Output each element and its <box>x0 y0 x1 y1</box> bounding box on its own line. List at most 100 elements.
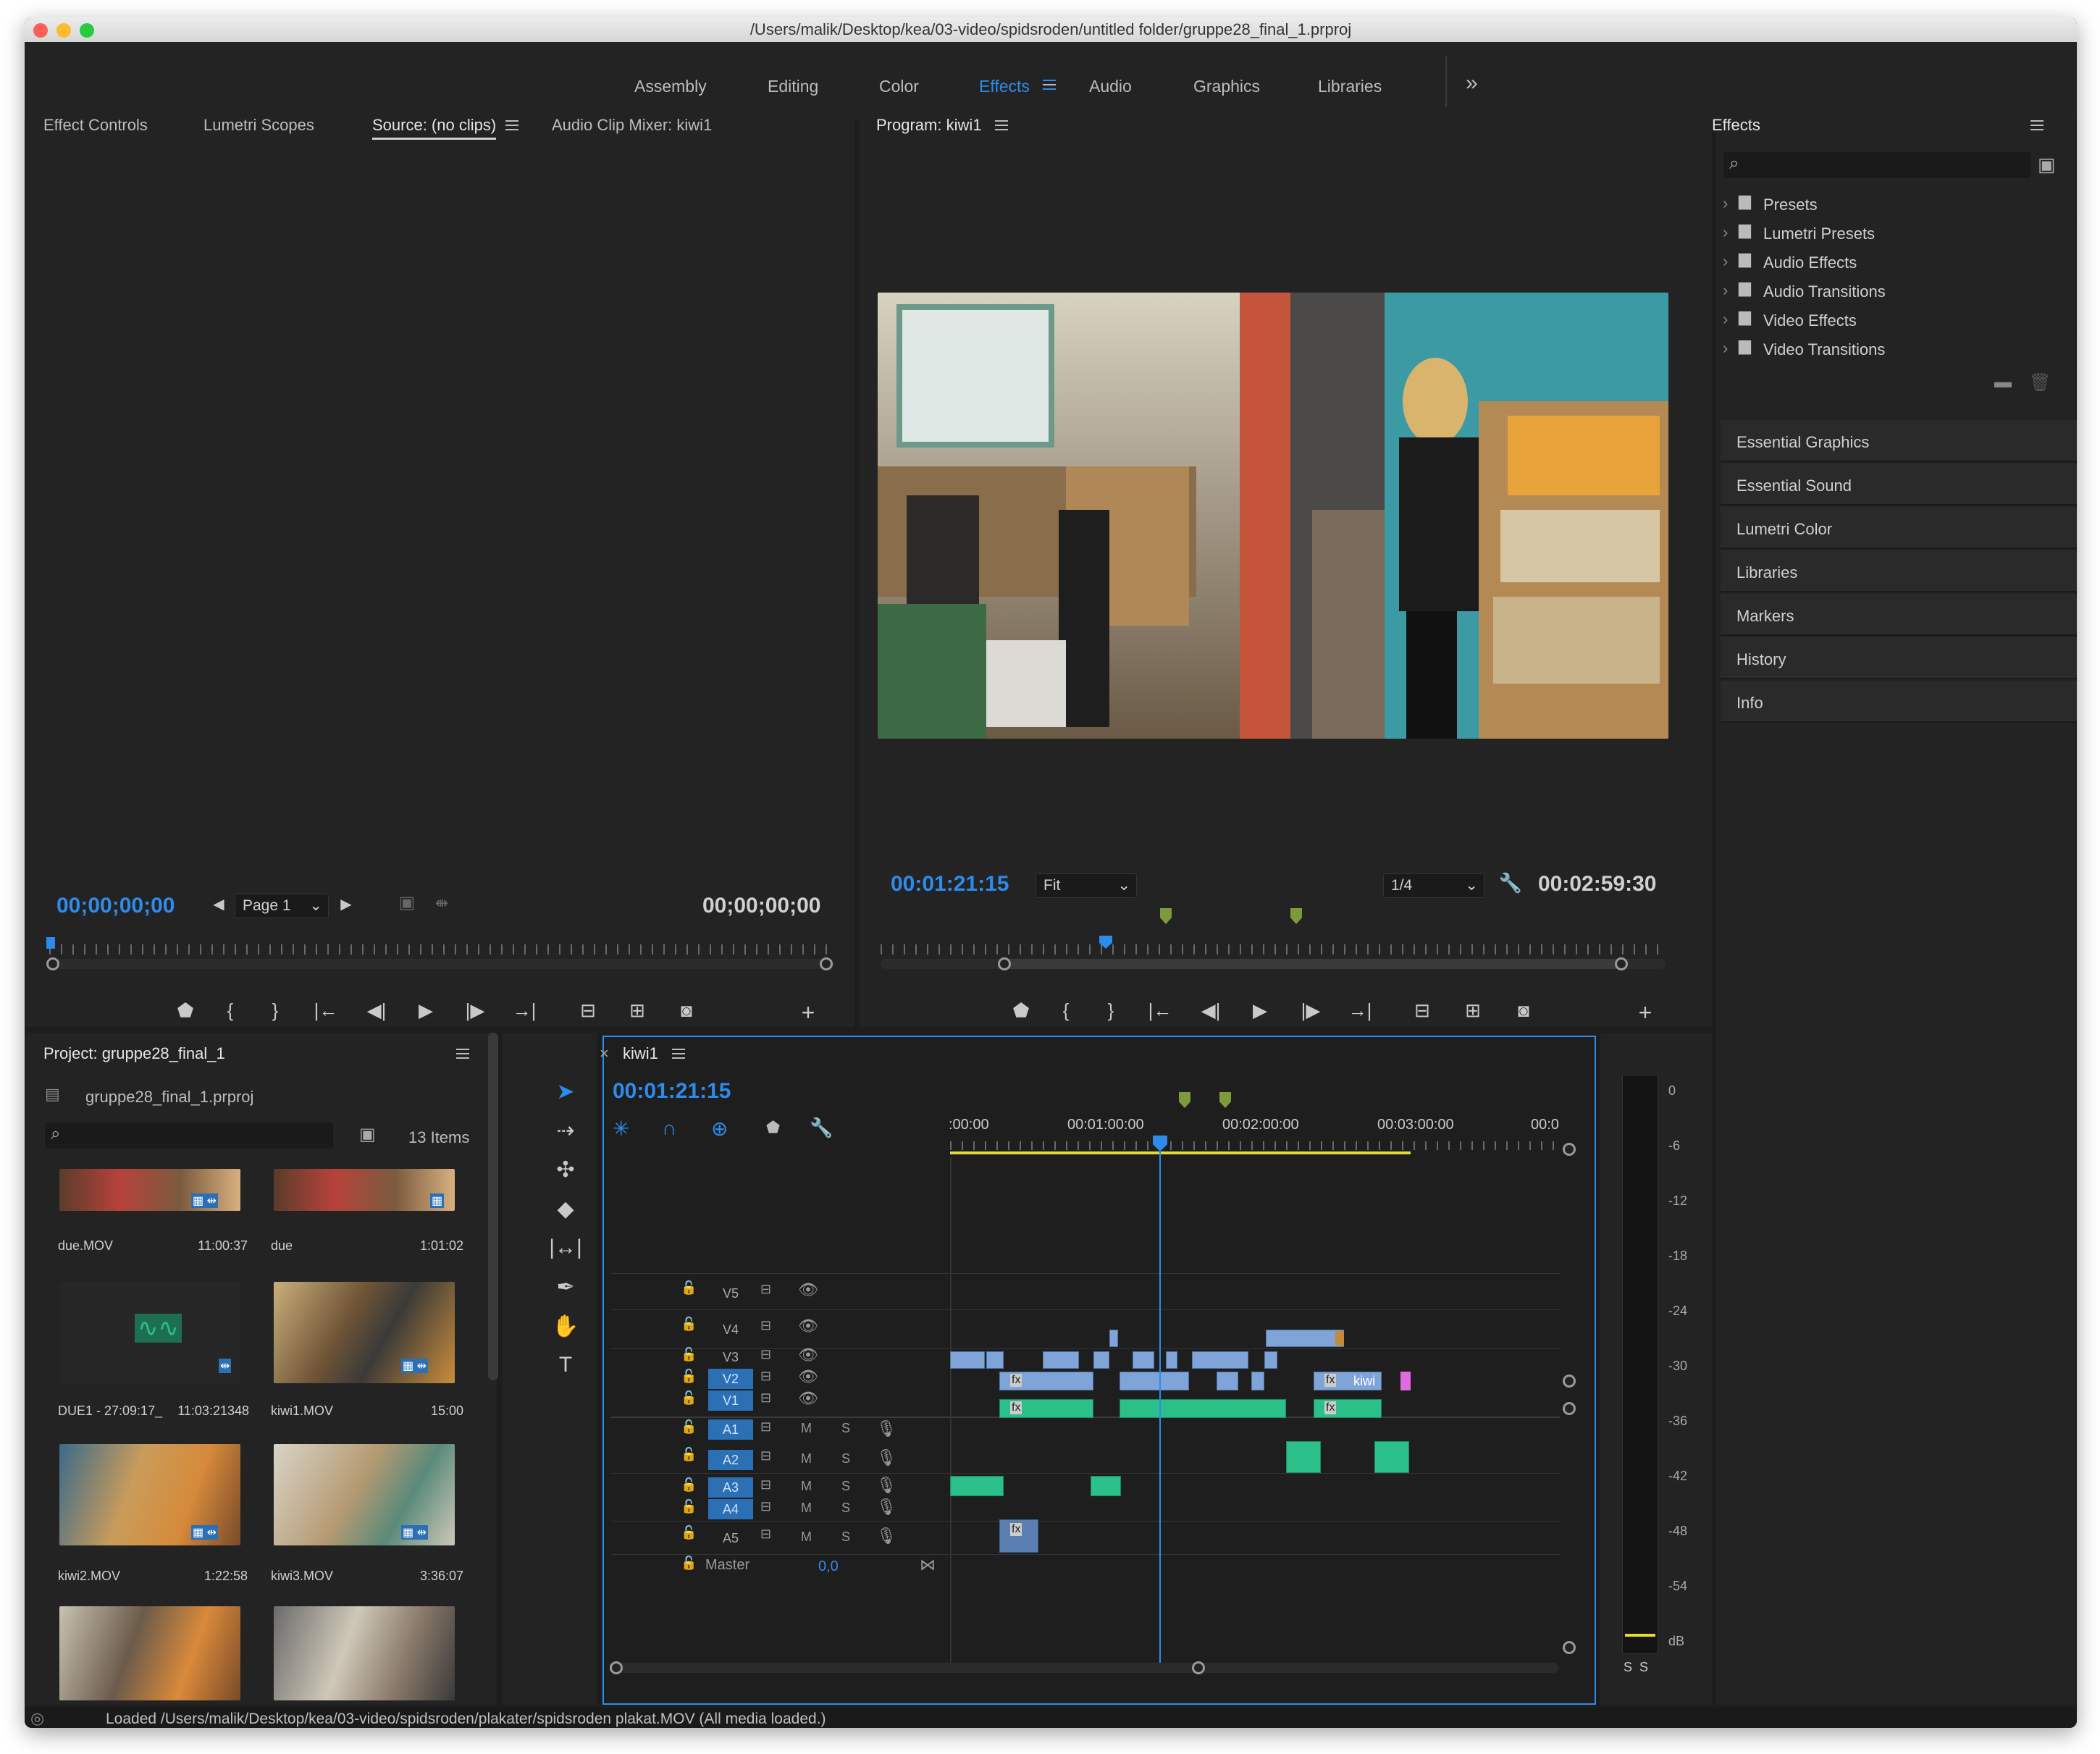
timeline-scroll-end-handle[interactable] <box>1192 1661 1205 1674</box>
mark-out-icon[interactable]: } <box>261 999 290 1022</box>
clip-a2[interactable] <box>1286 1441 1321 1473</box>
lock-icon[interactable]: 🔓 <box>681 1317 697 1332</box>
project-thumb-due1-audio[interactable]: ∿∿ <box>59 1282 240 1383</box>
sync-lock-icon[interactable]: ⊟ <box>760 1347 771 1362</box>
project-scrollbar[interactable] <box>488 1033 498 1380</box>
lock-icon[interactable]: 🔓 <box>681 1369 697 1384</box>
program-play-icon[interactable]: ▶ <box>1246 999 1274 1022</box>
program-menu-icon[interactable] <box>995 120 1008 130</box>
project-title[interactable]: Project: gruppe28_final_1 <box>43 1044 225 1063</box>
timeline-timecode[interactable]: 00:01:21:15 <box>613 1079 731 1104</box>
eye-icon[interactable]: 👁 <box>798 1367 818 1386</box>
clip-a3[interactable] <box>1091 1476 1121 1496</box>
program-zoom-start-handle[interactable] <box>998 957 1011 970</box>
source-zoom-start-handle[interactable] <box>46 957 59 970</box>
project-thumb-due[interactable] <box>274 1169 455 1211</box>
solo-meter-buttons[interactable]: S S <box>1624 1660 1648 1675</box>
go-to-out-icon[interactable]: →| <box>510 999 539 1022</box>
program-mark-in-icon[interactable]: { <box>1051 999 1080 1022</box>
clip-v1[interactable] <box>1217 1372 1238 1390</box>
clip-v1-graphic[interactable] <box>1400 1372 1411 1390</box>
hand-tool-icon[interactable]: ✋ <box>549 1314 582 1346</box>
sync-lock-icon[interactable]: ⊟ <box>760 1318 771 1333</box>
prev-page-icon[interactable]: ◀ <box>204 895 233 913</box>
eye-icon[interactable]: 👁 <box>798 1389 818 1408</box>
program-go-to-out-icon[interactable]: →| <box>1345 999 1374 1022</box>
lock-icon[interactable]: 🔓 <box>681 1477 697 1493</box>
sync-lock-icon[interactable]: ⊟ <box>760 1419 771 1435</box>
clip-v2[interactable] <box>1133 1351 1154 1369</box>
mute-button[interactable]: M <box>801 1451 812 1466</box>
workspace-graphics[interactable]: Graphics <box>1193 77 1260 96</box>
next-page-icon[interactable]: ▶ <box>332 895 361 913</box>
effects-search-input[interactable]: ⌕ <box>1723 152 2030 178</box>
overwrite-clip-icon[interactable]: ⊞ <box>623 999 652 1022</box>
mute-button[interactable]: M <box>801 1479 812 1494</box>
clip-a3[interactable] <box>950 1476 1004 1496</box>
extract-icon[interactable]: ⊞ <box>1458 999 1487 1022</box>
program-zoom-thumb[interactable] <box>1004 959 1622 969</box>
tab-lumetri-scopes[interactable]: Lumetri Scopes <box>203 116 314 135</box>
program-step-forward-icon[interactable]: |▶ <box>1296 999 1325 1022</box>
clip-a5[interactable]: fx <box>999 1519 1038 1553</box>
export-frame-icon[interactable]: ◙ <box>672 999 701 1022</box>
microphone-icon[interactable]: 🎙 <box>876 1476 896 1495</box>
sync-lock-icon[interactable]: ⊟ <box>760 1282 771 1297</box>
trash-icon[interactable]: 🗑 <box>2029 372 2051 393</box>
clip-a1[interactable]: fx <box>999 1399 1093 1418</box>
sync-lock-icon[interactable]: ⊟ <box>760 1477 771 1493</box>
lock-icon[interactable]: 🔓 <box>681 1499 697 1514</box>
button-editor-icon[interactable]: + <box>794 999 823 1026</box>
bottom-zoom-handle[interactable] <box>1563 1641 1576 1654</box>
program-step-back-icon[interactable]: ◀| <box>1196 999 1225 1022</box>
track-name[interactable]: V3 <box>708 1347 753 1367</box>
step-back-icon[interactable]: ◀| <box>362 999 391 1022</box>
sync-lock-icon[interactable]: ⊟ <box>760 1369 771 1384</box>
close-sequence-icon[interactable]: × <box>600 1044 609 1063</box>
clip-a1[interactable]: fx <box>1314 1399 1382 1418</box>
eye-icon[interactable]: 👁 <box>798 1346 818 1364</box>
ripple-edit-tool-icon[interactable]: ✣ <box>549 1157 582 1189</box>
program-time-ruler[interactable] <box>881 944 1666 954</box>
lock-icon[interactable]: 🔓 <box>681 1390 697 1406</box>
clip-a2[interactable] <box>1374 1441 1409 1473</box>
close-window-button[interactable] <box>33 23 48 38</box>
bowtie-icon[interactable]: ⋈ <box>920 1556 936 1574</box>
program-title[interactable]: Program: kiwi1 <box>876 116 981 135</box>
pen-tool-icon[interactable]: ✒ <box>549 1275 582 1306</box>
timeline-ruler-ticks[interactable] <box>950 1141 1560 1150</box>
lock-icon[interactable]: 🔓 <box>681 1419 697 1435</box>
project-thumb-item-8[interactable] <box>274 1606 455 1700</box>
workspace-assembly[interactable]: Assembly <box>634 77 707 96</box>
microphone-icon[interactable]: 🎙 <box>876 1498 896 1516</box>
clip-v2[interactable] <box>1166 1351 1177 1369</box>
panel-libraries[interactable]: Libraries <box>1721 550 2077 592</box>
effects-folder-video-transitions[interactable]: › ▆ Video Transitions <box>1723 333 2074 362</box>
lock-icon[interactable]: 🔓 <box>681 1556 697 1571</box>
clip-v1[interactable]: fx <box>999 1372 1093 1390</box>
effects-menu-icon[interactable] <box>2030 120 2044 130</box>
insert-icon[interactable]: ⇼ <box>427 894 456 912</box>
panel-history[interactable]: History <box>1721 637 2077 679</box>
clip-v3[interactable] <box>1266 1330 1344 1347</box>
track-name[interactable]: A3 <box>708 1477 753 1498</box>
track-name[interactable]: V5 <box>708 1283 753 1304</box>
find-icon[interactable]: ▣ <box>359 1124 376 1145</box>
track-name[interactable]: V2 <box>708 1369 753 1389</box>
effects-folder-audio-transitions[interactable]: › ▆ Audio Transitions <box>1723 275 2074 304</box>
clip-v2[interactable] <box>1043 1351 1079 1369</box>
selection-tool-icon[interactable]: ➤ <box>549 1079 582 1111</box>
panel-markers[interactable]: Markers <box>1721 594 2077 636</box>
eye-icon[interactable]: 👁 <box>798 1317 818 1335</box>
source-zoom-bar[interactable] <box>54 959 834 969</box>
timeline-add-marker-icon[interactable]: ⬟ <box>766 1118 780 1137</box>
clip-v1[interactable] <box>1251 1372 1264 1390</box>
step-forward-icon[interactable]: |▶ <box>461 999 490 1022</box>
program-zoom-end-handle[interactable] <box>1615 957 1628 970</box>
track-name[interactable]: V1 <box>708 1390 753 1411</box>
audio-zoom-handle[interactable] <box>1563 1402 1576 1415</box>
zoom-window-button[interactable] <box>80 23 94 38</box>
effects-folder-lumetri-presets[interactable]: › ▆ Lumetri Presets <box>1723 217 2074 246</box>
video-zoom-handle[interactable] <box>1563 1375 1576 1388</box>
program-timecode[interactable]: 00:01:21:15 <box>891 872 1009 897</box>
